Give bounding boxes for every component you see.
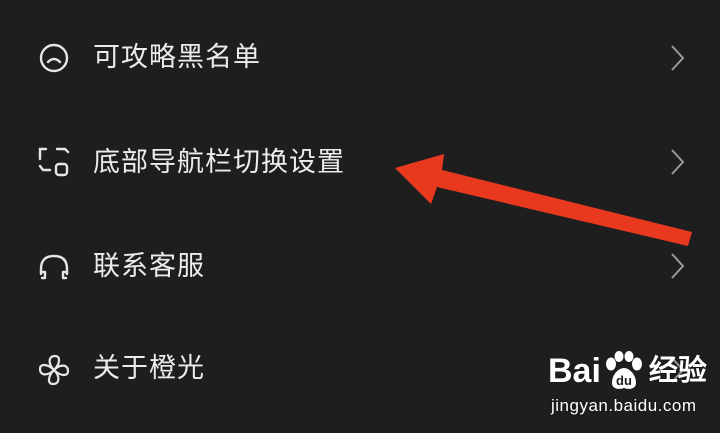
chevron-right-icon — [668, 147, 688, 177]
menu-item-nav-switch[interactable]: 底部导航栏切换设置 — [0, 110, 720, 214]
watermark-brand-left: Bai — [548, 352, 601, 390]
watermark-url: jingyan.baidu.com — [551, 396, 697, 415]
watermark-suffix: 经验 — [648, 355, 707, 387]
headset-icon — [34, 248, 74, 288]
menu-item-customer-service[interactable]: 联系客服 — [0, 214, 720, 318]
chevron-right-icon — [668, 251, 688, 281]
menu-item-blacklist[interactable]: 可攻略黑名单 — [0, 6, 720, 110]
switch-nav-icon — [34, 142, 74, 182]
menu-item-label: 联系客服 — [93, 251, 205, 282]
menu-item-label: 可攻略黑名单 — [93, 42, 261, 73]
menu-item-label: 关于橙光 — [93, 353, 205, 384]
blacklist-face-icon — [34, 38, 74, 78]
baidu-jingyan-watermark: Bai du 经验 jingyan.baidu.com — [548, 346, 716, 424]
chevron-right-icon — [668, 43, 688, 73]
baidu-paw-icon: du — [602, 350, 646, 392]
pinwheel-icon — [34, 350, 74, 390]
svg-text:du: du — [616, 373, 632, 388]
menu-item-label: 底部导航栏切换设置 — [93, 147, 345, 178]
